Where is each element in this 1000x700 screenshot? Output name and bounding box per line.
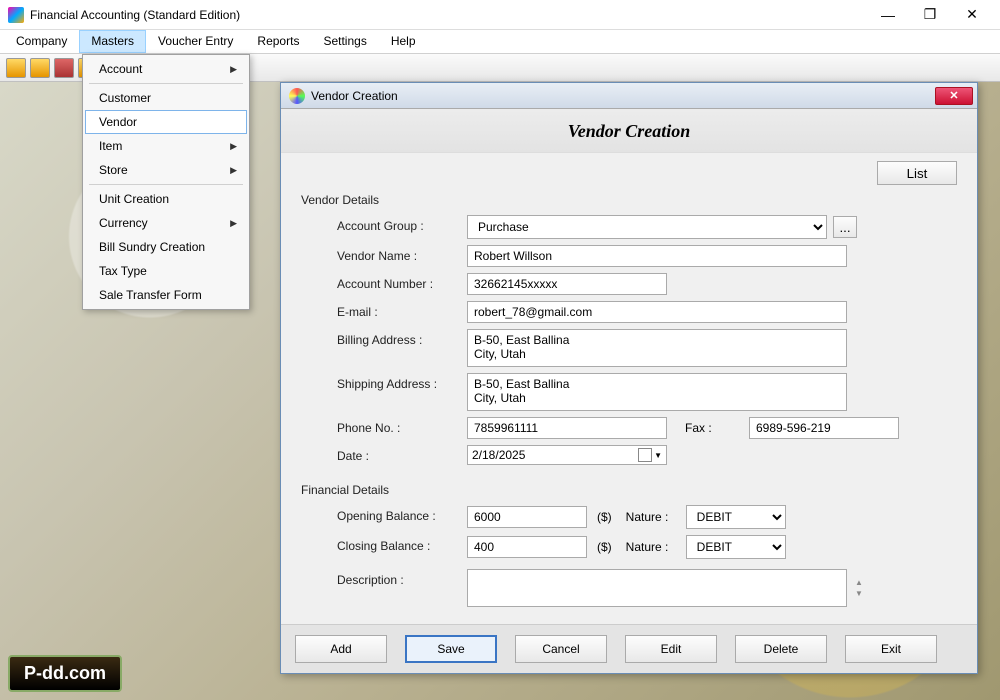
account-group-label: Account Group : xyxy=(337,215,467,233)
exit-button[interactable]: Exit xyxy=(845,635,937,663)
menu-item-unit-creation[interactable]: Unit Creation xyxy=(85,187,247,211)
menu-item-tax-type[interactable]: Tax Type xyxy=(85,259,247,283)
description-scroll-arrows: ▲▼ xyxy=(855,577,863,599)
dialog-footer: Add Save Cancel Edit Delete Exit xyxy=(281,624,977,673)
minimize-button[interactable]: — xyxy=(868,1,908,29)
chevron-right-icon: ▶ xyxy=(230,141,237,152)
phone-label: Phone No. : xyxy=(337,417,467,435)
menu-item-bill-sundry[interactable]: Bill Sundry Creation xyxy=(85,235,247,259)
account-number-input[interactable] xyxy=(467,273,667,295)
app-icon xyxy=(8,7,24,23)
dialog-body: List Vendor Details Account Group : Purc… xyxy=(281,153,977,624)
app-title: Financial Accounting (Standard Edition) xyxy=(30,8,868,22)
menu-voucher-entry[interactable]: Voucher Entry xyxy=(146,30,245,53)
dialog-heading: Vendor Creation xyxy=(281,109,977,153)
menu-item-sale-transfer[interactable]: Sale Transfer Form xyxy=(85,283,247,307)
description-input[interactable] xyxy=(467,569,847,607)
vendor-name-input[interactable] xyxy=(467,245,847,267)
menubar: Company Masters Voucher Entry Reports Se… xyxy=(0,30,1000,54)
menu-separator xyxy=(89,83,243,84)
menu-item-account[interactable]: Account▶ xyxy=(85,57,247,81)
opening-balance-label: Opening Balance : xyxy=(337,505,467,523)
maximize-button[interactable]: ❐ xyxy=(910,1,950,29)
shipping-address-input[interactable]: B-50, East Ballina City, Utah xyxy=(467,373,847,411)
account-group-select[interactable]: Purchase xyxy=(467,215,827,239)
nature-close-select[interactable]: DEBIT xyxy=(686,535,786,559)
chevron-down-icon: ▼ xyxy=(654,451,662,460)
email-input[interactable] xyxy=(467,301,847,323)
save-button[interactable]: Save xyxy=(405,635,497,663)
nature-open-label: Nature : xyxy=(626,510,680,524)
chevron-right-icon: ▶ xyxy=(230,165,237,176)
opening-balance-input[interactable] xyxy=(467,506,587,528)
menu-separator xyxy=(89,184,243,185)
menu-settings[interactable]: Settings xyxy=(311,30,378,53)
add-button[interactable]: Add xyxy=(295,635,387,663)
nature-open-select[interactable]: DEBIT xyxy=(686,505,786,529)
list-button[interactable]: List xyxy=(877,161,957,185)
close-button[interactable]: ✕ xyxy=(952,1,992,29)
dialog-titlebar: Vendor Creation ✕ xyxy=(281,83,977,109)
currency-unit: ($) xyxy=(597,540,612,554)
masters-dropdown: Account▶ Customer Vendor Item▶ Store▶ Un… xyxy=(82,54,250,310)
cancel-button[interactable]: Cancel xyxy=(515,635,607,663)
vendor-name-label: Vendor Name : xyxy=(337,245,467,263)
menu-company[interactable]: Company xyxy=(4,30,79,53)
closing-balance-label: Closing Balance : xyxy=(337,535,467,553)
window-titlebar: Financial Accounting (Standard Edition) … xyxy=(0,0,1000,30)
delete-button[interactable]: Delete xyxy=(735,635,827,663)
menu-item-store[interactable]: Store▶ xyxy=(85,158,247,182)
billing-address-input[interactable]: B-50, East Ballina City, Utah xyxy=(467,329,847,367)
menu-item-customer[interactable]: Customer xyxy=(85,86,247,110)
billing-address-label: Billing Address : xyxy=(337,329,467,347)
fax-label: Fax : xyxy=(685,421,743,435)
nature-close-label: Nature : xyxy=(626,540,680,554)
date-value: 2/18/2025 xyxy=(472,448,638,462)
toolbar-btn-3[interactable] xyxy=(54,58,74,78)
edit-button[interactable]: Edit xyxy=(625,635,717,663)
dialog-title-text: Vendor Creation xyxy=(311,89,935,103)
menu-item-currency[interactable]: Currency▶ xyxy=(85,211,247,235)
chevron-right-icon: ▶ xyxy=(230,64,237,75)
vendor-creation-dialog: Vendor Creation ✕ Vendor Creation List V… xyxy=(280,82,978,674)
date-picker[interactable]: 2/18/2025 ▼ xyxy=(467,445,667,465)
chevron-right-icon: ▶ xyxy=(230,218,237,229)
account-group-browse-button[interactable]: ... xyxy=(833,216,857,238)
toolbar-btn-1[interactable] xyxy=(6,58,26,78)
menu-masters[interactable]: Masters xyxy=(79,30,146,53)
toolbar-btn-2[interactable] xyxy=(30,58,50,78)
menu-reports[interactable]: Reports xyxy=(245,30,311,53)
closing-balance-input[interactable] xyxy=(467,536,587,558)
menu-item-item[interactable]: Item▶ xyxy=(85,134,247,158)
currency-unit: ($) xyxy=(597,510,612,524)
calendar-icon xyxy=(638,448,652,462)
dialog-icon xyxy=(289,88,305,104)
financial-details-section-label: Financial Details xyxy=(301,483,957,497)
shipping-address-label: Shipping Address : xyxy=(337,373,467,391)
account-number-label: Account Number : xyxy=(337,273,467,291)
menu-help[interactable]: Help xyxy=(379,30,428,53)
dialog-close-button[interactable]: ✕ xyxy=(935,87,973,105)
fax-input[interactable] xyxy=(749,417,899,439)
vendor-details-section-label: Vendor Details xyxy=(301,193,957,207)
menu-item-vendor[interactable]: Vendor xyxy=(85,110,247,134)
description-label: Description : xyxy=(337,569,467,587)
phone-input[interactable] xyxy=(467,417,667,439)
date-label: Date : xyxy=(337,445,467,463)
logo-badge: P-dd.com xyxy=(8,655,122,692)
email-label: E-mail : xyxy=(337,301,467,319)
